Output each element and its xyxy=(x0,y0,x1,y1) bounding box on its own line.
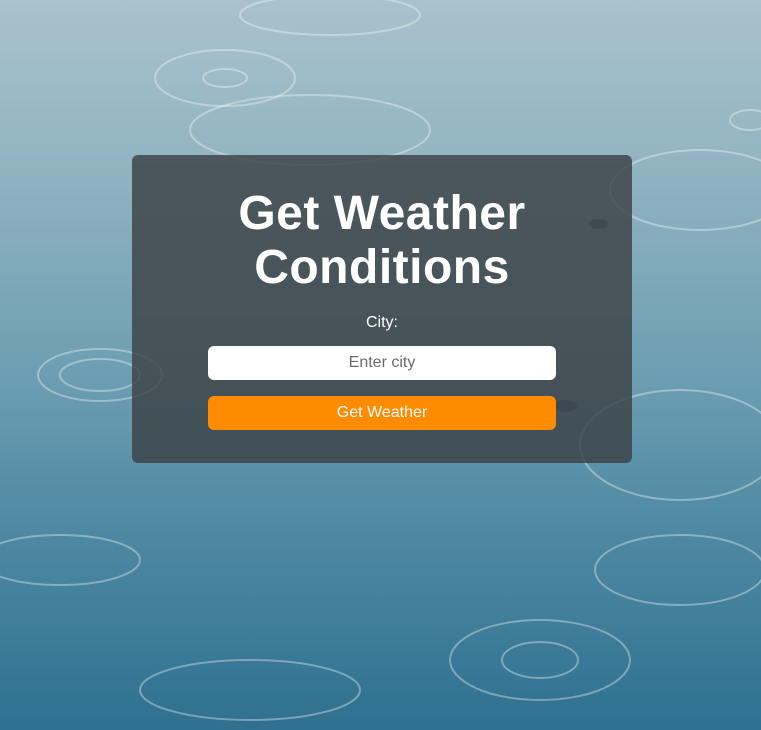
page-title: Get Weather Conditions xyxy=(132,155,632,295)
title-line-1: Get Weather xyxy=(238,187,526,240)
city-input[interactable] xyxy=(208,346,556,380)
city-label: City: xyxy=(366,314,398,331)
weather-form-panel: Get Weather Conditions City: Get Weather xyxy=(132,155,632,463)
title-line-2: Conditions xyxy=(254,241,510,294)
get-weather-button[interactable]: Get Weather xyxy=(208,396,556,430)
